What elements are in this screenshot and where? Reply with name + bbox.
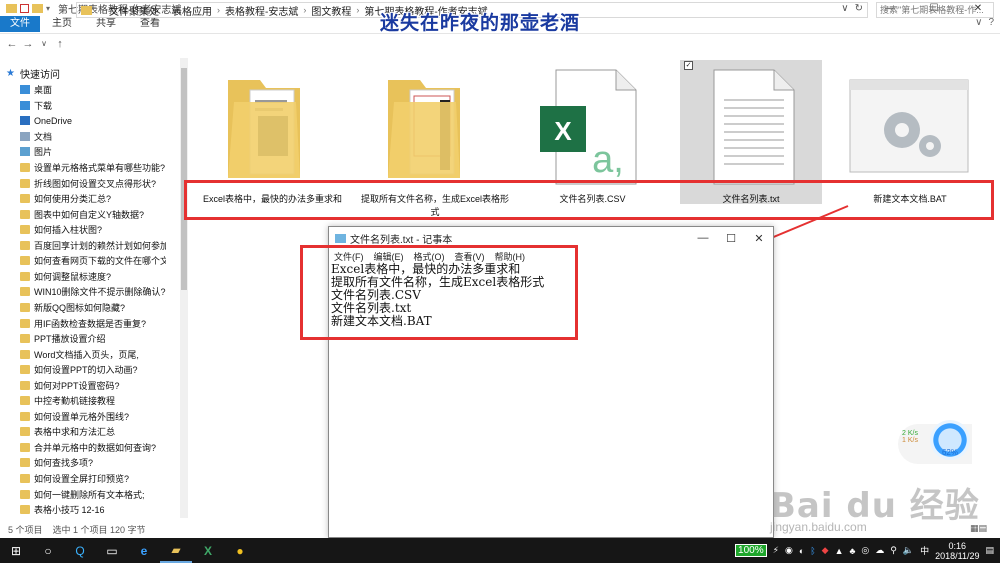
highlight-box xyxy=(300,245,578,340)
tray-icon[interactable]: ♣ xyxy=(850,546,856,556)
app-icon[interactable]: ● xyxy=(224,538,256,563)
explorer-icon[interactable]: ▰ xyxy=(160,538,192,563)
notepad-minimize-button[interactable]: — xyxy=(689,227,717,249)
tray-icon[interactable]: ◉ xyxy=(785,545,793,556)
system-tray: 100% ⚡ ◉ ◐ ᛒ ◆ ▲ ♣ ◎ ☁ ⚲ 🔈 中 0:16 2018/1… xyxy=(735,538,994,563)
tray-icon[interactable]: ◆ xyxy=(822,545,829,556)
brand-overlay-text: 迷失在昨夜的那壶老酒 xyxy=(380,12,581,34)
plug-icon: ⚡ xyxy=(772,545,779,555)
baidu-url: jingyan.baidu.com xyxy=(770,520,867,534)
notepad-close-button[interactable]: ✕ xyxy=(745,227,773,249)
cortana-icon[interactable]: Q xyxy=(64,538,96,563)
battery-indicator[interactable]: 100% xyxy=(735,544,767,557)
volume-icon[interactable]: 🔈 xyxy=(903,545,914,556)
taskbar: ⊞ ○ Q ▭ e ▰ X ● 100% ⚡ ◉ ◐ ᛒ ◆ ▲ ♣ ◎ ☁ ⚲… xyxy=(0,538,1000,563)
tray-icon[interactable]: ◐ xyxy=(799,546,804,556)
excel-icon[interactable]: X xyxy=(192,538,224,563)
edge-icon[interactable]: e xyxy=(128,538,160,563)
tray-icon[interactable]: ☁ xyxy=(875,545,884,556)
notepad-maximize-button[interactable]: ☐ xyxy=(717,227,745,249)
notepad-icon xyxy=(335,233,346,243)
network-icon[interactable]: ⚲ xyxy=(890,545,897,556)
clock[interactable]: 0:16 2018/11/29 xyxy=(935,541,979,561)
task-view-icon[interactable]: ▭ xyxy=(96,538,128,563)
search-icon[interactable]: ○ xyxy=(32,538,64,563)
tray-icon[interactable]: ◎ xyxy=(861,545,869,556)
start-windows-icon[interactable]: ⊞ xyxy=(0,538,32,563)
bluetooth-icon[interactable]: ᛒ xyxy=(810,546,815,556)
speed-ring[interactable]: 62% xyxy=(930,420,970,460)
ime-indicator[interactable]: 中 xyxy=(920,544,929,557)
notepad-title: 文件名列表.txt - 记事本 xyxy=(350,234,453,246)
notification-icon[interactable]: ▤ xyxy=(985,545,994,556)
tray-icon[interactable]: ▲ xyxy=(835,546,844,556)
